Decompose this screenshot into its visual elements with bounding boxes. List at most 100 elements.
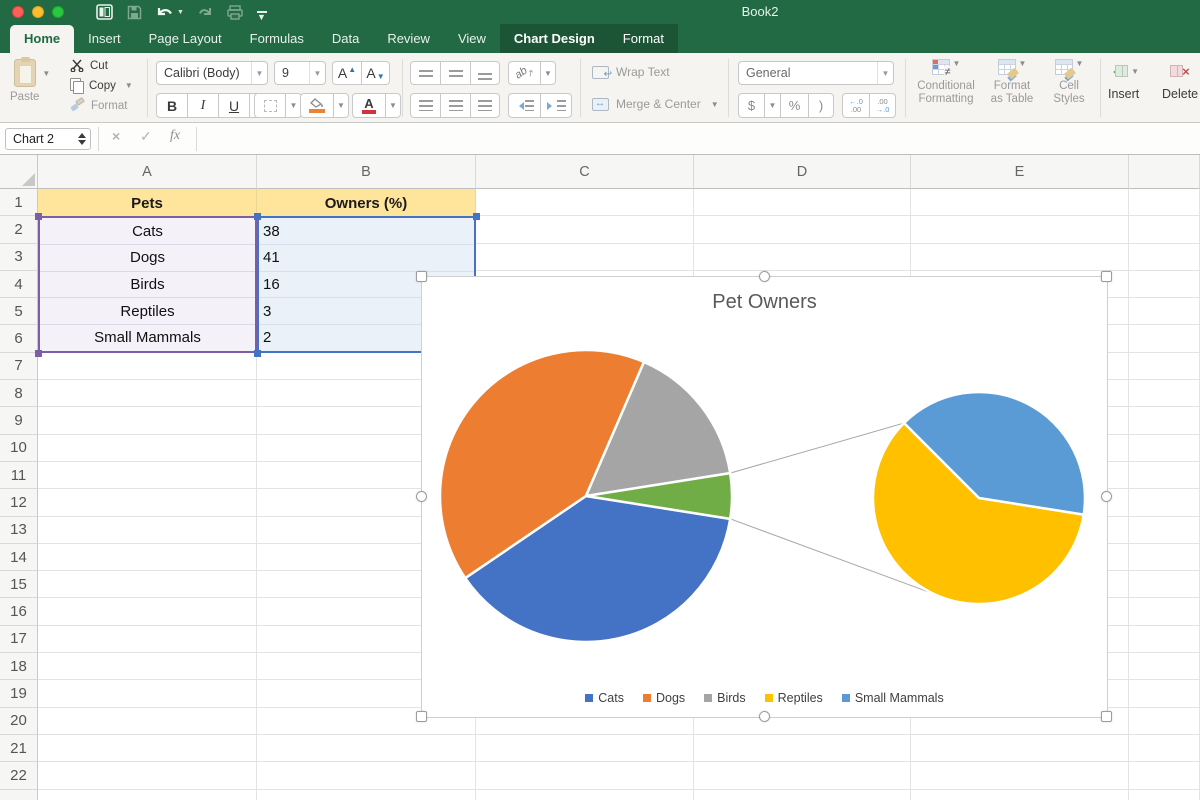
cell-partial-20[interactable] <box>1129 707 1200 735</box>
cell-owners-38[interactable]: 38 <box>259 218 474 245</box>
chart-selection-handle[interactable] <box>758 271 770 282</box>
borders-button[interactable] <box>254 93 285 118</box>
cell-owners-41[interactable]: 41 <box>259 245 474 272</box>
cell-E22[interactable] <box>911 762 1129 790</box>
cell-partial-4[interactable] <box>1129 270 1200 299</box>
cell-partial-9[interactable] <box>1129 407 1200 435</box>
row-header-5[interactable]: 5 <box>0 298 38 326</box>
cell-C3[interactable] <box>476 243 694 271</box>
close-button[interactable] <box>12 6 24 18</box>
cell-A20[interactable] <box>38 707 257 735</box>
cell-pet-birds[interactable]: Birds <box>40 272 255 299</box>
cell-D1[interactable] <box>694 189 911 217</box>
row-header-22[interactable]: 22 <box>0 762 38 790</box>
cut-button[interactable]: Cut <box>70 59 133 72</box>
cell-E21[interactable] <box>911 734 1129 763</box>
number-format-select[interactable]: General ▼ <box>738 61 894 85</box>
row-header-18[interactable]: 18 <box>0 653 38 681</box>
paste-button[interactable]: Paste ▼ <box>10 57 50 103</box>
cell-D3[interactable] <box>694 243 911 271</box>
cell-partial-12[interactable] <box>1129 489 1200 517</box>
align-top-button[interactable] <box>410 61 440 85</box>
cell-A22[interactable] <box>38 762 257 790</box>
column-header-B[interactable]: B <box>257 155 476 189</box>
insert-function-button[interactable]: fx <box>170 128 180 144</box>
save-icon[interactable] <box>127 5 142 20</box>
cell-partial-10[interactable] <box>1129 434 1200 462</box>
italic-button[interactable]: I <box>187 93 218 118</box>
row-header-17[interactable]: 17 <box>0 625 38 654</box>
increase-indent-button[interactable] <box>540 93 572 118</box>
row-header-15[interactable]: 15 <box>0 571 38 599</box>
cell-pet-reptiles[interactable]: Reptiles <box>40 298 255 326</box>
tab-insert[interactable]: Insert <box>74 25 135 53</box>
cell-partial-11[interactable] <box>1129 461 1200 490</box>
tab-data[interactable]: Data <box>318 25 373 53</box>
cell-D21[interactable] <box>694 734 911 763</box>
row-header-11[interactable]: 11 <box>0 461 38 490</box>
cell-C22[interactable] <box>476 762 694 790</box>
row-header-2[interactable]: 2 <box>0 216 38 244</box>
row-header-12[interactable]: 12 <box>0 489 38 517</box>
currency-dropdown[interactable]: ▼ <box>764 93 780 118</box>
cell-B22[interactable] <box>257 762 476 790</box>
chart-selection-handle[interactable] <box>1101 711 1112 722</box>
range-handle[interactable] <box>254 213 261 221</box>
increase-decimal-button[interactable]: ←.0.00 <box>842 93 869 118</box>
cell-pet-small-mammals[interactable]: Small Mammals <box>40 325 255 351</box>
underline-button[interactable]: U <box>218 93 249 118</box>
zoom-button[interactable] <box>52 6 64 18</box>
cell-C1[interactable] <box>476 189 694 217</box>
cell-partial-7[interactable] <box>1129 352 1200 381</box>
column-header-C[interactable]: C <box>476 155 694 189</box>
cell-A7[interactable] <box>38 352 257 381</box>
cell-partial-13[interactable] <box>1129 516 1200 544</box>
cell-C2[interactable] <box>476 216 694 244</box>
cell-partial-17[interactable] <box>1129 625 1200 654</box>
cell-E3[interactable] <box>911 243 1129 271</box>
increase-font-button[interactable]: A ▲ <box>332 61 361 85</box>
select-all-corner[interactable] <box>0 155 38 189</box>
row-header-10[interactable]: 10 <box>0 434 38 462</box>
row-header-9[interactable]: 9 <box>0 407 38 435</box>
row-header-8[interactable]: 8 <box>0 380 38 408</box>
font-color-button[interactable]: A <box>352 93 385 118</box>
cell-A18[interactable] <box>38 653 257 681</box>
cell-A8[interactable] <box>38 380 257 408</box>
tab-page-layout[interactable]: Page Layout <box>135 25 236 53</box>
cell-D2[interactable] <box>694 216 911 244</box>
cell-pet-dogs[interactable]: Dogs <box>40 245 255 272</box>
cell-partial-6[interactable] <box>1129 325 1200 353</box>
font-size-select[interactable]: 9 ▼ <box>274 61 326 85</box>
cell-partial-15[interactable] <box>1129 571 1200 599</box>
cell-A16[interactable] <box>38 598 257 626</box>
row-header-16[interactable]: 16 <box>0 598 38 626</box>
cell-C23[interactable] <box>476 789 694 800</box>
table-header-pets[interactable]: Pets <box>38 189 257 217</box>
cell-pet-cats[interactable]: Cats <box>40 218 255 245</box>
cell-partial-1[interactable] <box>1129 189 1200 217</box>
cell-B21[interactable] <box>257 734 476 763</box>
conditional-formatting-button[interactable]: ▼ ConditionalFormatting <box>914 59 978 106</box>
cell-A13[interactable] <box>38 516 257 544</box>
column-header-D[interactable]: D <box>694 155 911 189</box>
align-right-button[interactable] <box>470 93 500 118</box>
minimize-button[interactable] <box>32 6 44 18</box>
cell-A9[interactable] <box>38 407 257 435</box>
row-header-21[interactable]: 21 <box>0 734 38 763</box>
cell-partial-2[interactable] <box>1129 216 1200 244</box>
cell-partial-8[interactable] <box>1129 380 1200 408</box>
undo-icon[interactable]: ▼ <box>156 5 184 19</box>
cell-partial-21[interactable] <box>1129 734 1200 763</box>
row-header-20[interactable]: 20 <box>0 707 38 735</box>
decrease-decimal-button[interactable]: .00 →.0 <box>869 93 896 118</box>
tab-formulas[interactable]: Formulas <box>236 25 318 53</box>
tab-view[interactable]: View <box>444 25 500 53</box>
merge-center-button[interactable]: ↔ Merge & Center ▼ <box>592 97 719 111</box>
cancel-button[interactable]: × <box>112 128 120 144</box>
chart-selection-handle[interactable] <box>416 491 427 502</box>
cell-A15[interactable] <box>38 571 257 599</box>
tab-home[interactable]: Home <box>10 25 75 53</box>
cell-B23[interactable] <box>257 789 476 800</box>
format-as-table-button[interactable]: ▼ Format as Table <box>984 59 1040 106</box>
